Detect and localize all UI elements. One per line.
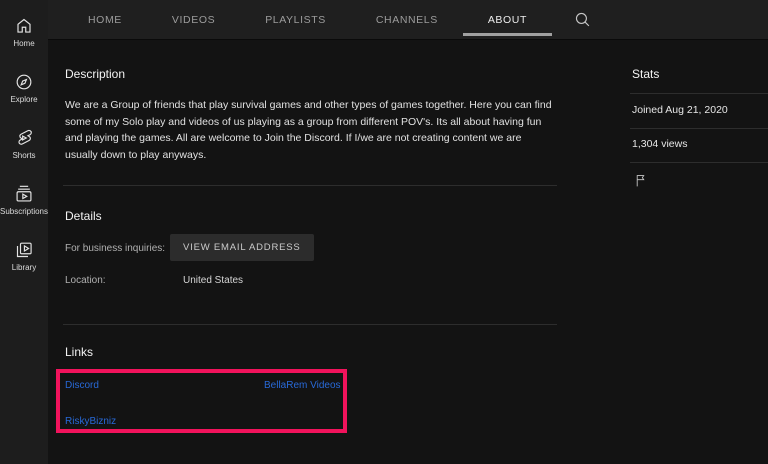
details-heading: Details [65, 209, 102, 223]
location-value: United States [183, 275, 243, 286]
tab-home[interactable]: HOME [63, 0, 147, 40]
tab-videos[interactable]: VIDEOS [147, 0, 240, 40]
subscriptions-icon [14, 184, 34, 204]
sidebar-item-label: Library [12, 263, 36, 272]
link-riskybizniz[interactable]: RiskyBizniz [65, 416, 116, 427]
channel-tab-bar: HOME VIDEOS PLAYLISTS CHANNELS ABOUT [48, 0, 768, 40]
link-bellarem-videos[interactable]: BellaRem Videos [264, 380, 341, 391]
sidebar-item-label: Explore [10, 95, 37, 104]
stats-divider [630, 128, 768, 129]
sidebar-item-label: Shorts [12, 151, 35, 160]
search-icon [574, 11, 591, 28]
sidebar-item-shorts[interactable]: Shorts [0, 128, 48, 184]
report-channel-button[interactable] [633, 172, 650, 190]
sidebar-item-home[interactable]: Home [0, 16, 48, 72]
tab-playlists[interactable]: PLAYLISTS [240, 0, 351, 40]
explore-icon [14, 72, 34, 92]
sidebar-item-subscriptions[interactable]: Subscriptions [0, 184, 48, 240]
joined-date-text: Joined Aug 21, 2020 [632, 104, 728, 116]
links-heading: Links [65, 345, 93, 359]
section-divider [63, 185, 557, 186]
tab-channels[interactable]: CHANNELS [351, 0, 463, 40]
sidebar-item-label: Home [13, 39, 34, 48]
shorts-icon [14, 128, 34, 148]
flag-icon [633, 172, 649, 189]
sidebar: Home Explore Shorts Subscriptions Librar… [0, 0, 48, 464]
view-email-address-button[interactable]: VIEW EMAIL ADDRESS [170, 234, 314, 261]
view-count-text: 1,304 views [632, 138, 687, 150]
stats-divider [630, 162, 768, 163]
stats-heading: Stats [632, 67, 659, 81]
sidebar-item-explore[interactable]: Explore [0, 72, 48, 128]
sidebar-item-label: Subscriptions [0, 207, 48, 216]
sidebar-item-library[interactable]: Library [0, 240, 48, 296]
channel-search-button[interactable] [574, 11, 592, 29]
home-icon [14, 16, 34, 36]
annotation-highlight-box: Discord BellaRem Videos RiskyBizniz [56, 369, 347, 433]
business-inquiries-label: For business inquiries: [65, 243, 165, 254]
library-icon [14, 240, 34, 260]
channel-description-text: We are a Group of friends that play surv… [65, 97, 575, 164]
description-heading: Description [65, 67, 125, 81]
section-divider [63, 324, 557, 325]
tab-about[interactable]: ABOUT [463, 0, 552, 40]
youtube-channel-about-page: { "sidebar": { "items": [ {"icon": "home… [0, 0, 768, 464]
stats-divider [630, 93, 768, 94]
location-label: Location: [65, 275, 106, 286]
link-discord[interactable]: Discord [65, 380, 99, 391]
